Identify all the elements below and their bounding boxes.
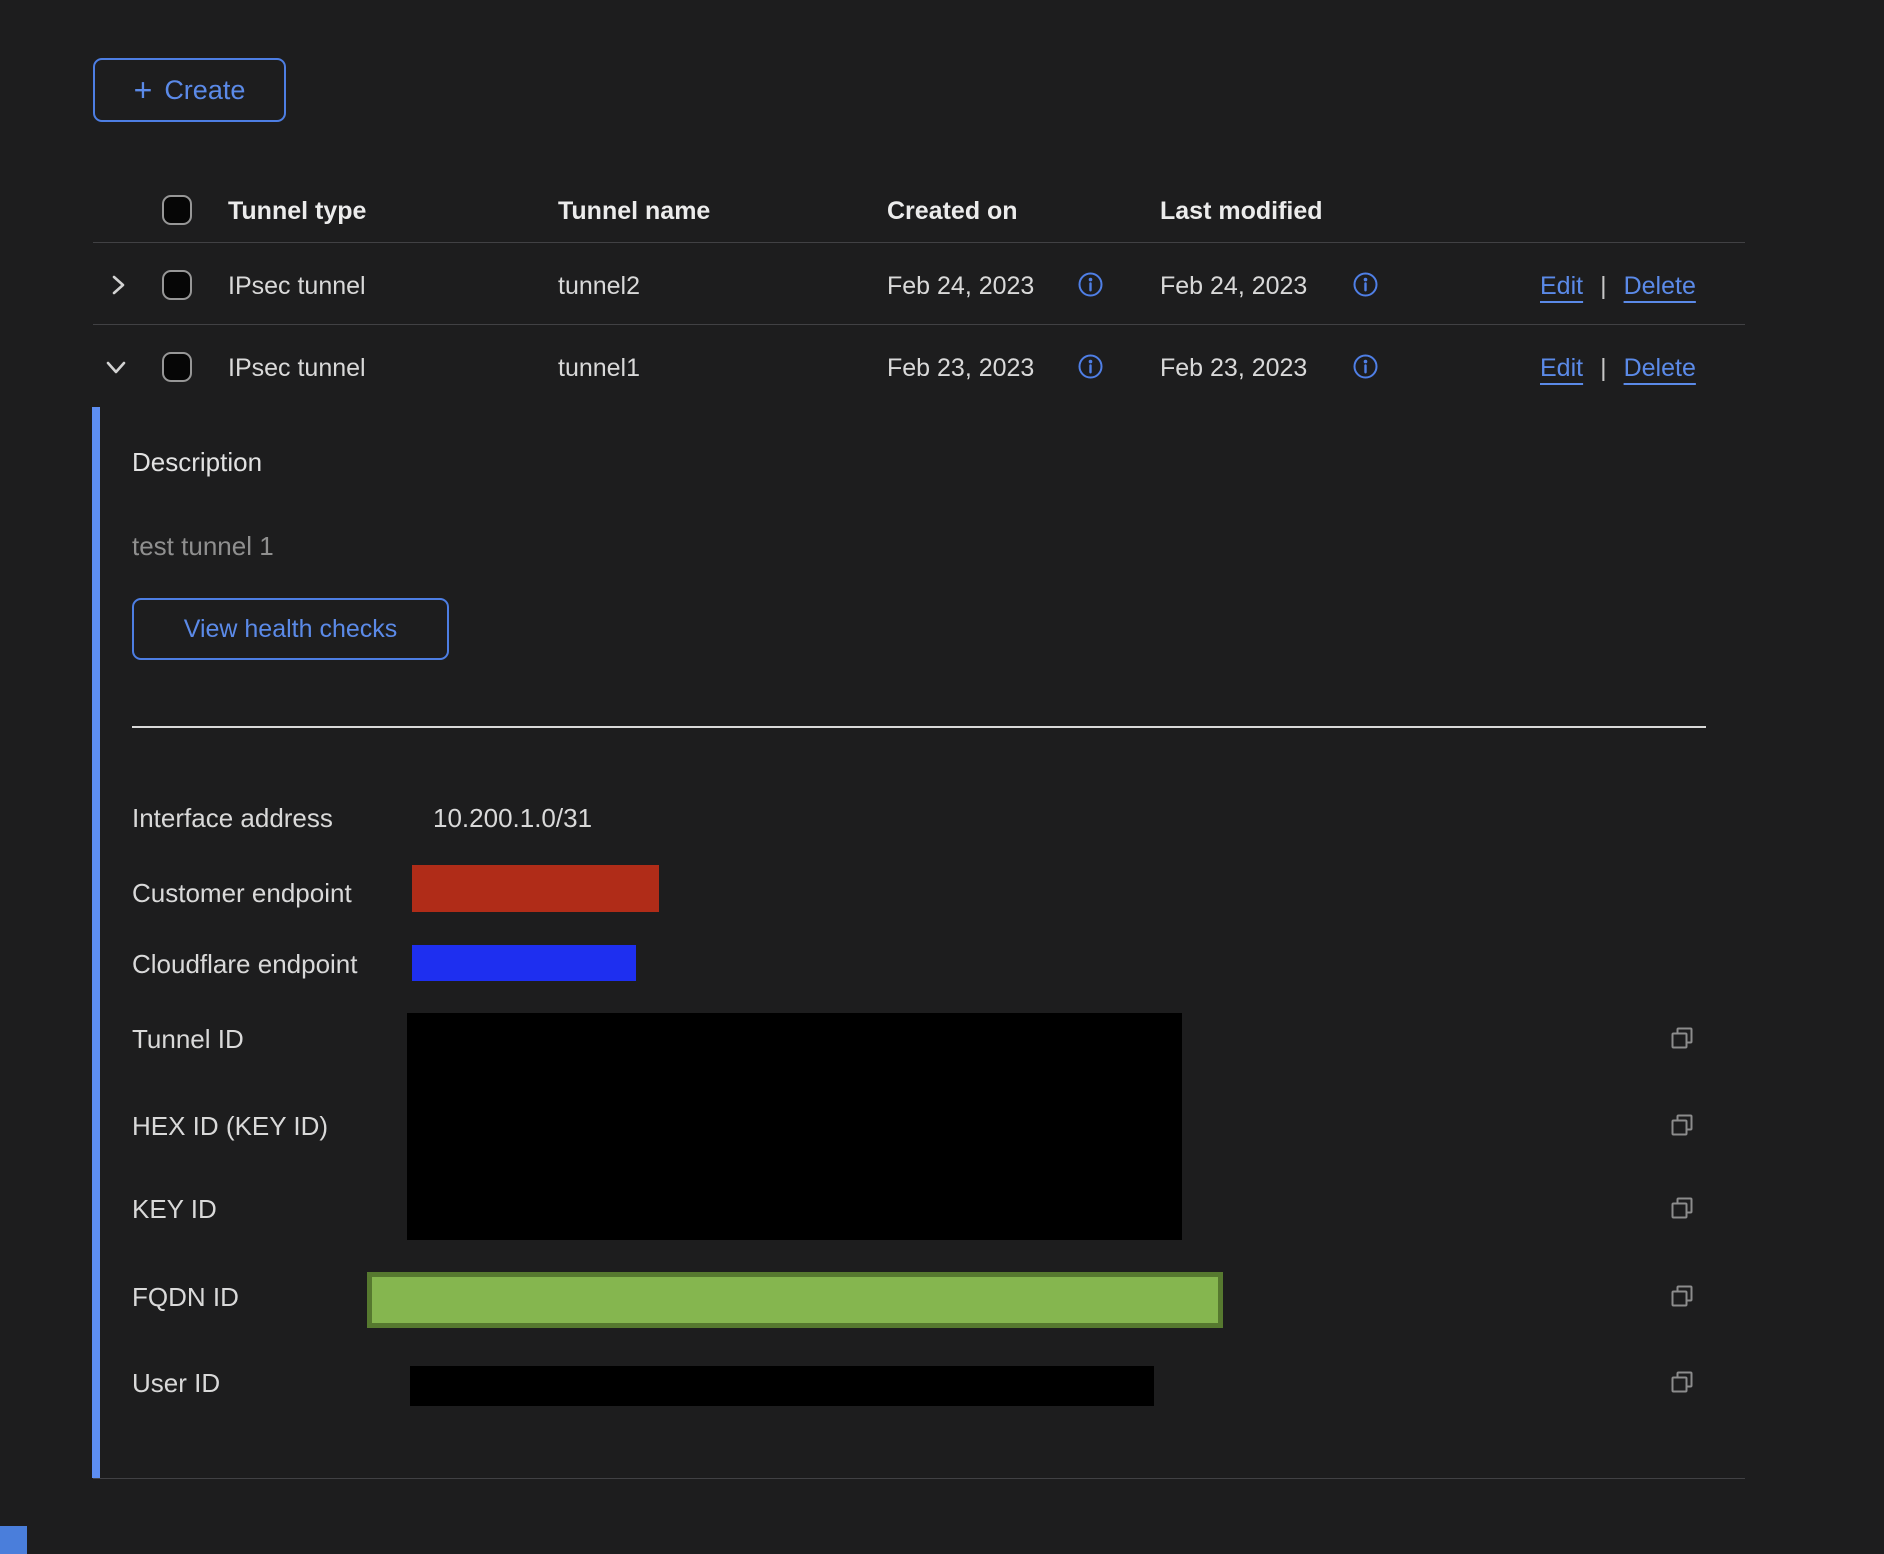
delete-link-tunnel2[interactable]: Delete [1624,272,1696,301]
hex-id-label: HEX ID (KEY ID) [132,1112,328,1142]
copy-icon[interactable] [1668,1194,1696,1227]
fqdn-id-label: FQDN ID [132,1283,239,1313]
panel-divider [132,726,1706,728]
info-icon[interactable] [1077,353,1104,380]
column-header-last-modified: Last modified [1160,197,1323,226]
link-separator: | [1600,354,1607,383]
cell-last-modified: Feb 23, 2023 [1160,354,1307,383]
copy-icon[interactable] [1668,1368,1696,1401]
row-checkbox-tunnel2[interactable] [162,270,192,300]
plus-icon: + [134,74,153,106]
header-divider [93,242,1745,243]
user-id-label: User ID [132,1369,220,1399]
customer-endpoint-redaction [412,865,659,912]
column-header-tunnel-name: Tunnel name [558,197,710,226]
interface-address-label: Interface address [132,804,333,834]
info-icon[interactable] [1352,271,1379,298]
copy-icon[interactable] [1668,1111,1696,1144]
expanded-row-accent-bar [92,407,100,1478]
column-header-tunnel-type: Tunnel type [228,197,366,226]
delete-link-tunnel1[interactable]: Delete [1624,354,1696,383]
view-health-checks-label: View health checks [184,615,398,644]
view-health-checks-button[interactable]: View health checks [132,598,449,660]
copy-icon[interactable] [1668,1282,1696,1315]
customer-endpoint-label: Customer endpoint [132,879,352,909]
edit-link-tunnel1[interactable]: Edit [1540,354,1583,383]
cell-last-modified: Feb 24, 2023 [1160,272,1307,301]
tunnels-page: + Create Tunnel type Tunnel name Created… [0,0,1884,1554]
cell-created-on: Feb 24, 2023 [887,272,1034,301]
bottom-left-accent-fragment [0,1526,27,1554]
select-all-checkbox[interactable] [162,195,192,225]
chevron-right-icon[interactable] [104,271,132,299]
tunnel-id-redaction [407,1013,1182,1240]
cell-tunnel-type: IPsec tunnel [228,272,366,301]
fqdn-id-redaction [367,1272,1223,1328]
cell-tunnel-name: tunnel1 [558,354,640,383]
info-icon[interactable] [1352,353,1379,380]
cloudflare-endpoint-redaction [412,945,636,981]
description-value: test tunnel 1 [132,532,274,562]
copy-icon[interactable] [1668,1024,1696,1057]
row-divider [93,324,1745,325]
cell-created-on: Feb 23, 2023 [887,354,1034,383]
interface-address-value: 10.200.1.0/31 [433,804,592,834]
chevron-down-icon[interactable] [102,353,130,381]
link-separator: | [1600,272,1607,301]
description-label: Description [132,448,262,478]
key-id-label: KEY ID [132,1195,217,1225]
create-button-label: Create [164,75,245,106]
info-icon[interactable] [1077,271,1104,298]
create-button[interactable]: + Create [93,58,286,122]
tunnel-id-label: Tunnel ID [132,1025,244,1055]
cell-tunnel-name: tunnel2 [558,272,640,301]
column-header-created-on: Created on [887,197,1018,226]
row-checkbox-tunnel1[interactable] [162,352,192,382]
user-id-redaction [410,1366,1154,1406]
cloudflare-endpoint-label: Cloudflare endpoint [132,950,358,980]
table-bottom-divider [93,1478,1745,1479]
cell-tunnel-type: IPsec tunnel [228,354,366,383]
edit-link-tunnel2[interactable]: Edit [1540,272,1583,301]
